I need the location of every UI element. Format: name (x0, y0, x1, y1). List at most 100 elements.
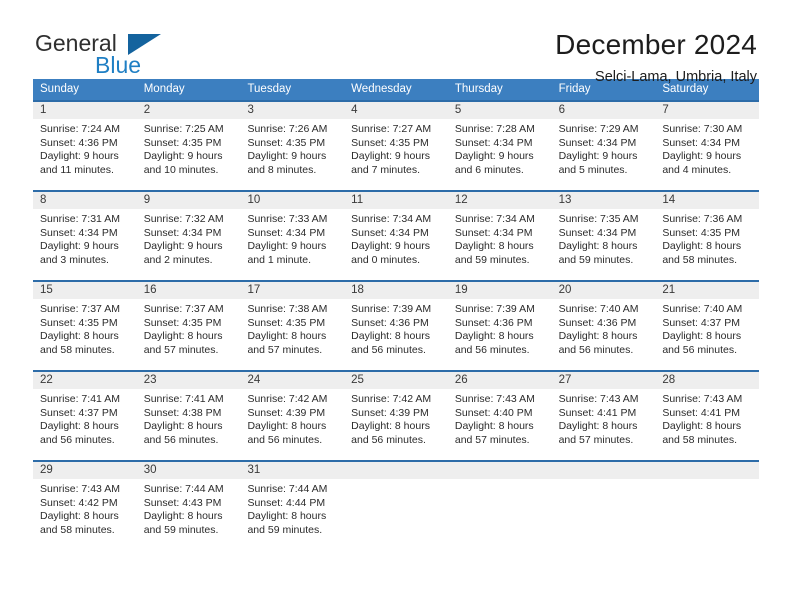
day-cell[interactable]: 26 Sunrise: 7:43 AM Sunset: 4:40 PM Dayl… (447, 370, 552, 460)
daylight-text-line2: and 56 minutes. (558, 343, 634, 356)
sunrise-text: Sunrise: 7:30 AM (662, 123, 743, 135)
day-cell[interactable]: 5 Sunrise: 7:28 AM Sunset: 4:34 PM Dayli… (447, 100, 552, 190)
day-cell[interactable]: 12 Sunrise: 7:34 AM Sunset: 4:34 PM Dayl… (447, 190, 552, 280)
day-cell[interactable]: 19 Sunrise: 7:39 AM Sunset: 4:36 PM Dayl… (447, 280, 552, 370)
day-cell[interactable]: 27 Sunrise: 7:43 AM Sunset: 4:41 PM Dayl… (551, 370, 656, 460)
daylight-text-line1: Daylight: 9 hours (40, 150, 119, 163)
day-cell[interactable]: 7 Sunrise: 7:30 AM Sunset: 4:34 PM Dayli… (655, 100, 760, 190)
day-cell[interactable]: 15 Sunrise: 7:37 AM Sunset: 4:35 PM Dayl… (33, 280, 137, 370)
daylight-text-line2: and 7 minutes. (351, 163, 421, 176)
daylight-text-line2: and 58 minutes. (40, 523, 115, 536)
daylight-text-line1: Daylight: 9 hours (558, 150, 638, 163)
daylight-text-line2: and 8 minutes. (247, 163, 317, 176)
daylight-text-line1: Daylight: 8 hours (558, 420, 638, 433)
day-cell[interactable]: 3 Sunrise: 7:26 AM Sunset: 4:35 PM Dayli… (240, 100, 345, 190)
day-number (447, 462, 552, 479)
daylight-text-line2: and 57 minutes. (454, 433, 530, 446)
sunset-text: Sunset: 4:35 PM (351, 136, 429, 149)
sunrise-text: Sunrise: 7:37 AM (40, 303, 120, 315)
day-number: 24 (240, 372, 345, 389)
sunrise-text: Sunrise: 7:27 AM (351, 123, 432, 135)
calendar-page: General Blue December 2024 Selci-Lama, U… (0, 0, 792, 612)
daylight-text-line1: Daylight: 8 hours (143, 330, 223, 343)
day-cell[interactable]: 30 Sunrise: 7:44 AM Sunset: 4:43 PM Dayl… (136, 460, 241, 546)
day-details: Sunrise: 7:40 AM Sunset: 4:37 PM Dayligh… (655, 299, 759, 357)
sunset-text: Sunset: 4:41 PM (558, 406, 637, 419)
day-details: Sunrise: 7:34 AM Sunset: 4:34 PM Dayligh… (448, 209, 552, 267)
daylight-text-line2: and 56 minutes. (143, 433, 219, 446)
day-details: Sunrise: 7:43 AM Sunset: 4:42 PM Dayligh… (33, 479, 137, 537)
day-cell[interactable]: 17 Sunrise: 7:38 AM Sunset: 4:35 PM Dayl… (240, 280, 345, 370)
daylight-text-line1: Daylight: 9 hours (351, 240, 430, 253)
day-details: Sunrise: 7:28 AM Sunset: 4:34 PM Dayligh… (448, 119, 552, 177)
day-details: Sunrise: 7:43 AM Sunset: 4:40 PM Dayligh… (448, 389, 552, 447)
daylight-text-line1: Daylight: 8 hours (40, 330, 119, 343)
day-number: 27 (551, 372, 656, 389)
day-cell[interactable]: 2 Sunrise: 7:25 AM Sunset: 4:35 PM Dayli… (136, 100, 241, 190)
daylight-text-line1: Daylight: 9 hours (143, 150, 223, 163)
weekday-header-saturday: Saturday (662, 83, 709, 95)
brand-logo[interactable]: General Blue (33, 28, 213, 84)
day-number: 13 (551, 192, 656, 209)
sunset-text: Sunset: 4:37 PM (662, 316, 740, 329)
daylight-text-line1: Daylight: 8 hours (454, 330, 534, 343)
sunset-text: Sunset: 4:34 PM (351, 226, 429, 239)
sunrise-text: Sunrise: 7:40 AM (558, 303, 639, 315)
day-details: Sunrise: 7:24 AM Sunset: 4:36 PM Dayligh… (33, 119, 137, 177)
day-number (551, 462, 656, 479)
daylight-text-line2: and 2 minutes. (143, 253, 213, 266)
sunrise-text: Sunrise: 7:26 AM (247, 123, 328, 135)
day-cell[interactable]: 9 Sunrise: 7:32 AM Sunset: 4:34 PM Dayli… (136, 190, 241, 280)
day-cell[interactable]: 16 Sunrise: 7:37 AM Sunset: 4:35 PM Dayl… (136, 280, 241, 370)
sunset-text: Sunset: 4:35 PM (247, 316, 326, 329)
daylight-text-line2: and 0 minutes. (351, 253, 421, 266)
daylight-text-line2: and 58 minutes. (662, 253, 738, 266)
day-cell[interactable]: 1 Sunrise: 7:24 AM Sunset: 4:36 PM Dayli… (33, 100, 137, 190)
day-cell[interactable]: 18 Sunrise: 7:39 AM Sunset: 4:36 PM Dayl… (344, 280, 448, 370)
sunset-text: Sunset: 4:34 PM (247, 226, 326, 239)
day-details: Sunrise: 7:33 AM Sunset: 4:34 PM Dayligh… (240, 209, 344, 267)
weekday-header-thursday: Thursday (454, 83, 503, 95)
calendar-week-row: 22 Sunrise: 7:41 AM Sunset: 4:37 PM Dayl… (33, 370, 760, 460)
day-cell[interactable]: 25 Sunrise: 7:42 AM Sunset: 4:39 PM Dayl… (344, 370, 448, 460)
day-cell[interactable]: 23 Sunrise: 7:41 AM Sunset: 4:38 PM Dayl… (136, 370, 241, 460)
sunset-text: Sunset: 4:35 PM (143, 316, 222, 329)
daylight-text-line1: Daylight: 9 hours (351, 150, 430, 163)
day-cell[interactable]: 31 Sunrise: 7:44 AM Sunset: 4:44 PM Dayl… (240, 460, 345, 546)
day-cell[interactable]: 20 Sunrise: 7:40 AM Sunset: 4:36 PM Dayl… (551, 280, 656, 370)
day-cell[interactable]: 28 Sunrise: 7:43 AM Sunset: 4:41 PM Dayl… (655, 370, 760, 460)
day-cell[interactable]: 21 Sunrise: 7:40 AM Sunset: 4:37 PM Dayl… (655, 280, 760, 370)
day-details: Sunrise: 7:32 AM Sunset: 4:34 PM Dayligh… (137, 209, 241, 267)
day-cell[interactable]: 14 Sunrise: 7:36 AM Sunset: 4:35 PM Dayl… (655, 190, 760, 280)
sunrise-text: Sunrise: 7:31 AM (40, 213, 120, 225)
daylight-text-line2: and 11 minutes. (40, 163, 114, 176)
daylight-text-line2: and 58 minutes. (662, 433, 738, 446)
day-details: Sunrise: 7:44 AM Sunset: 4:44 PM Dayligh… (240, 479, 344, 537)
day-cell[interactable]: 8 Sunrise: 7:31 AM Sunset: 4:34 PM Dayli… (33, 190, 137, 280)
day-cell[interactable]: 22 Sunrise: 7:41 AM Sunset: 4:37 PM Dayl… (33, 370, 137, 460)
day-cell[interactable]: 11 Sunrise: 7:34 AM Sunset: 4:34 PM Dayl… (344, 190, 448, 280)
day-number: 8 (33, 192, 137, 209)
day-cell[interactable]: 13 Sunrise: 7:35 AM Sunset: 4:34 PM Dayl… (551, 190, 656, 280)
day-number: 19 (447, 282, 552, 299)
daylight-text-line2: and 56 minutes. (454, 343, 530, 356)
daylight-text-line2: and 1 minute. (247, 253, 312, 266)
daylight-text-line1: Daylight: 8 hours (247, 420, 327, 433)
daylight-text-line2: and 57 minutes. (247, 343, 323, 356)
day-number: 22 (33, 372, 137, 389)
day-cell[interactable]: 24 Sunrise: 7:42 AM Sunset: 4:39 PM Dayl… (240, 370, 345, 460)
day-cell[interactable]: 29 Sunrise: 7:43 AM Sunset: 4:42 PM Dayl… (33, 460, 137, 546)
day-cell[interactable]: 10 Sunrise: 7:33 AM Sunset: 4:34 PM Dayl… (240, 190, 345, 280)
day-number: 4 (344, 102, 448, 119)
sunset-text: Sunset: 4:38 PM (143, 406, 222, 419)
page-title: December 2024 (555, 29, 757, 60)
day-number: 25 (344, 372, 448, 389)
sunset-text: Sunset: 4:44 PM (247, 496, 326, 509)
calendar-week-row: 8 Sunrise: 7:31 AM Sunset: 4:34 PM Dayli… (33, 190, 760, 280)
day-number: 7 (655, 102, 760, 119)
sunrise-text: Sunrise: 7:39 AM (454, 303, 535, 315)
day-details: Sunrise: 7:29 AM Sunset: 4:34 PM Dayligh… (552, 119, 656, 177)
day-cell[interactable]: 6 Sunrise: 7:29 AM Sunset: 4:34 PM Dayli… (551, 100, 656, 190)
sunrise-text: Sunrise: 7:44 AM (143, 483, 224, 495)
day-cell[interactable]: 4 Sunrise: 7:27 AM Sunset: 4:35 PM Dayli… (344, 100, 448, 190)
